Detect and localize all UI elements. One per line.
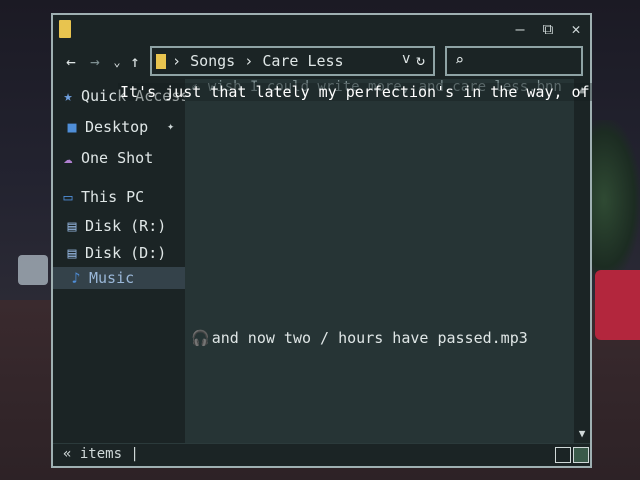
sidebar-item-desktop[interactable]: ■ Desktop [63,116,148,138]
breadcrumb-separator: › [244,52,254,70]
restore-button[interactable]: ⧉ [538,19,558,39]
scroll-down-icon[interactable]: ▼ [574,427,590,440]
main-area: ★ Quick Access ■ Desktop ✦ ☁ One Shot ▭ This… [53,79,590,444]
music-note-icon: ♪ [71,269,81,287]
forward-button[interactable]: → [85,51,105,73]
sidebar-item-disk-d[interactable]: ▤ Disk (D:) [63,242,166,264]
file-name: and now two / hours have passed.mp3 [211,329,528,347]
file-explorer-window: — ⧉ ✕ ← → ⌄ ↑ › Songs › Care Less v ↻ ⌕ … [51,13,592,468]
close-button[interactable]: ✕ [566,19,586,39]
navigation-bar: ← → ⌄ ↑ › Songs › Care Less v ↻ ⌕ [53,45,590,79]
computer-icon: ▭ [63,188,73,206]
title-bar[interactable]: — ⧉ ✕ [53,15,590,45]
sidebar-item-label: One Shot [81,149,154,167]
chevron-down-icon[interactable]: v [402,51,410,67]
breadcrumb-care-less[interactable]: Care Less [262,52,343,70]
folder-icon [59,20,71,38]
sidebar-item-label: Music [89,269,135,287]
minimize-button[interactable]: — [510,19,530,39]
background-lamp [18,255,48,285]
breadcrumb-separator: › [172,52,182,70]
star-icon: ★ [63,87,73,105]
sidebar-item-label: Disk (R:) [85,217,167,235]
search-box[interactable]: ⌕ [445,46,583,76]
lyric-caption: It's just that lately my perfection's in… [118,83,592,101]
item-count: « items | [63,446,139,462]
refresh-icon[interactable]: ↻ [416,51,425,69]
sidebar-item-label: Desktop [85,118,149,136]
background-sofa [595,270,640,340]
headphones-icon: 🎧 [191,329,210,347]
sidebar-item-label: This PC [81,188,145,206]
sidebar-item-music[interactable]: ♪ Music [53,267,185,289]
folder-icon [156,54,166,69]
pin-icon[interactable]: ✦ [167,119,174,133]
back-button[interactable]: ← [61,51,81,73]
file-list: ✍ wish I could write more, and care less… [185,79,574,444]
sidebar-item-disk-r[interactable]: ▤ Disk (R:) [63,215,166,237]
sidebar-item-one-shot[interactable]: ☁ One Shot [59,147,153,169]
sidebar-item-this-pc[interactable]: ▭ This PC [59,186,144,208]
address-bar[interactable]: › Songs › Care Less v ↻ [150,46,435,76]
large-icons-view-icon[interactable] [573,447,589,463]
list-item[interactable]: 🎧 and now two / hours have passed.mp3 [191,329,528,347]
disk-icon: ▤ [67,244,77,262]
desktop-icon: ■ [67,118,77,136]
vertical-scrollbar[interactable]: ▲ ▼ [574,79,590,444]
cloud-icon: ☁ [63,149,73,167]
sidebar-item-label: Disk (D:) [85,244,167,262]
recent-locations-button[interactable]: ⌄ [107,51,127,73]
breadcrumb-songs[interactable]: Songs [190,52,235,70]
details-view-icon[interactable] [555,447,571,463]
status-bar: « items | [53,443,590,466]
disk-icon: ▤ [67,217,77,235]
up-button[interactable]: ↑ [125,51,145,73]
breadcrumb: › Songs › Care Less [172,52,344,70]
navigation-pane: ★ Quick Access ■ Desktop ✦ ☁ One Shot ▭ This… [53,79,189,444]
search-icon: ⌕ [455,51,465,69]
